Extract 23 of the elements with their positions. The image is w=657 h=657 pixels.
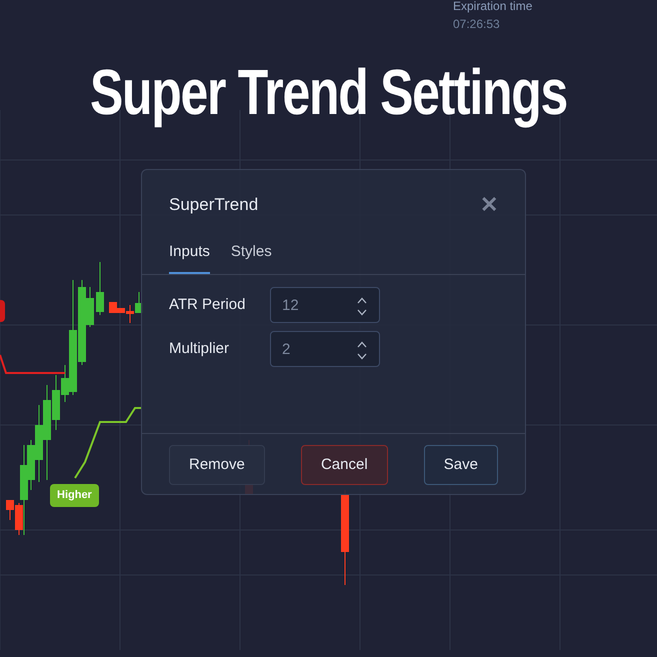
trend-line	[0, 354, 65, 374]
higher-badge: Higher	[50, 484, 99, 506]
stepper-down-icon[interactable]	[357, 309, 367, 316]
expiration-label: Expiration time	[453, 0, 532, 15]
price-marker	[0, 300, 5, 322]
number-field[interactable]: 12	[270, 287, 380, 323]
page-heading: Super Trend Settings	[88, 55, 568, 130]
dialog-button[interactable]: Cancel	[300, 445, 388, 485]
tab[interactable]: Styles	[230, 240, 272, 274]
dialog-button[interactable]: Remove	[169, 445, 265, 485]
expiration-time: 07:26:53	[453, 16, 501, 33]
dialog-button[interactable]: Save	[424, 445, 498, 485]
field-label: Multiplier	[169, 338, 230, 359]
dialog-title: SuperTrend	[169, 194, 258, 216]
field-label: ATR Period	[169, 294, 246, 315]
tab[interactable]: Inputs	[169, 240, 210, 274]
close-button[interactable]: ✕	[480, 194, 498, 216]
candle	[96, 262, 104, 316]
stepper-up-icon[interactable]	[357, 297, 367, 304]
number-field[interactable]: 2	[270, 331, 380, 367]
trend-line	[74, 407, 141, 479]
stepper-up-icon[interactable]	[357, 341, 367, 348]
stepper-down-icon[interactable]	[357, 353, 367, 360]
